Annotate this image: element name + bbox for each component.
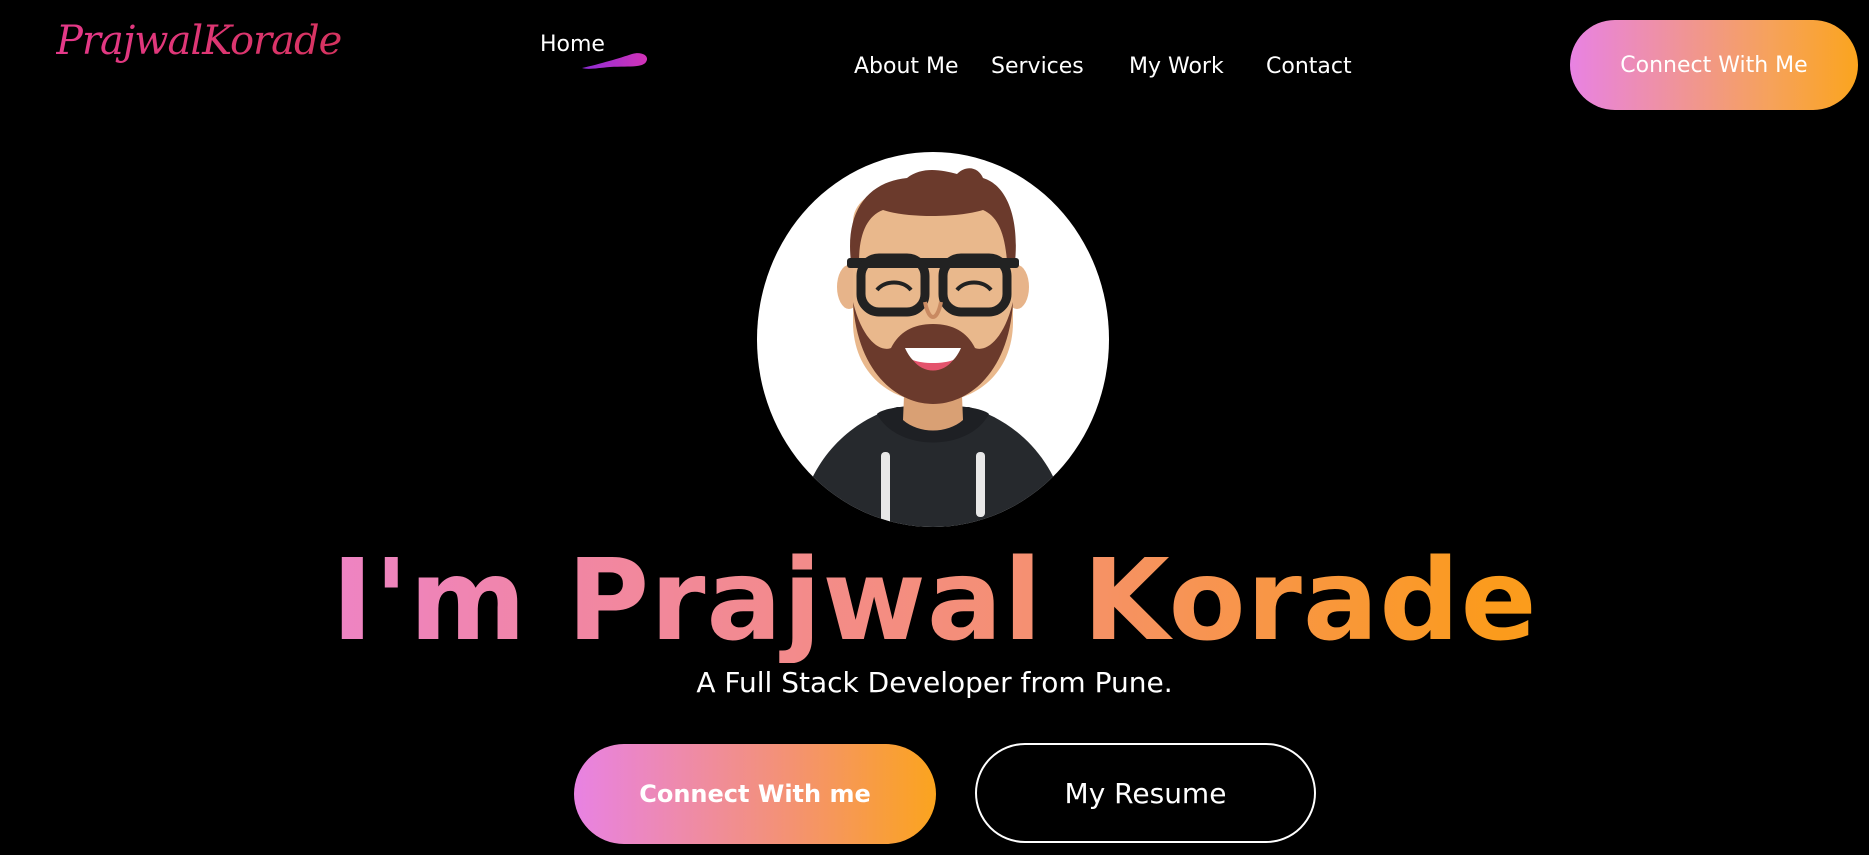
avatar-illustration — [797, 168, 1069, 527]
connect-with-me-header-button[interactable]: Connect With Me — [1570, 20, 1858, 110]
hero-title: I'm Prajwal Korade — [0, 539, 1869, 663]
hero-subtitle: A Full Stack Developer from Pune. — [696, 666, 1173, 699]
connect-with-me-button[interactable]: Connect With me — [574, 744, 936, 844]
my-resume-button[interactable]: My Resume — [975, 743, 1316, 843]
avatar — [757, 152, 1109, 527]
nav-my-work[interactable]: My Work — [1129, 54, 1224, 79]
nav-services[interactable]: Services — [991, 54, 1084, 79]
page: PrajwalKorade Home About Me Services My … — [0, 0, 1869, 855]
nav-about[interactable]: About Me — [854, 54, 959, 79]
nav-contact[interactable]: Contact — [1266, 54, 1352, 79]
